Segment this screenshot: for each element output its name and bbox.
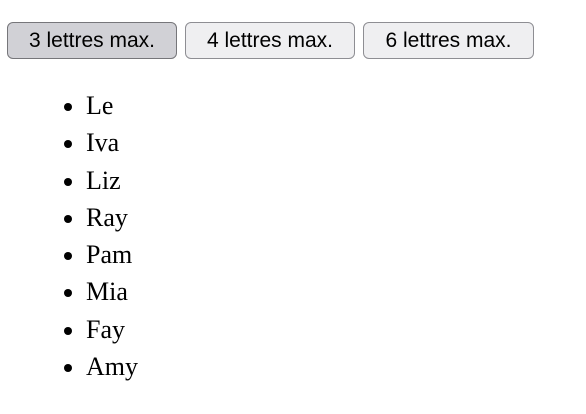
list-item: Iva bbox=[86, 124, 138, 161]
filter-3-letters-button[interactable]: 3 lettres max. bbox=[7, 22, 177, 59]
list-item: Fay bbox=[86, 311, 138, 348]
filter-6-letters-button[interactable]: 6 lettres max. bbox=[363, 22, 534, 59]
filter-4-letters-button[interactable]: 4 lettres max. bbox=[185, 22, 355, 59]
filter-toolbar: 3 lettres max. 4 lettres max. 6 lettres … bbox=[7, 22, 534, 59]
names-list: Le Iva Liz Ray Pam Mia Fay Amy bbox=[44, 87, 138, 385]
list-item: Ray bbox=[86, 199, 138, 236]
list-item: Mia bbox=[86, 273, 138, 310]
list-item: Amy bbox=[86, 348, 138, 385]
list-item: Liz bbox=[86, 162, 138, 199]
list-item: Pam bbox=[86, 236, 138, 273]
list-item: Le bbox=[86, 87, 138, 124]
